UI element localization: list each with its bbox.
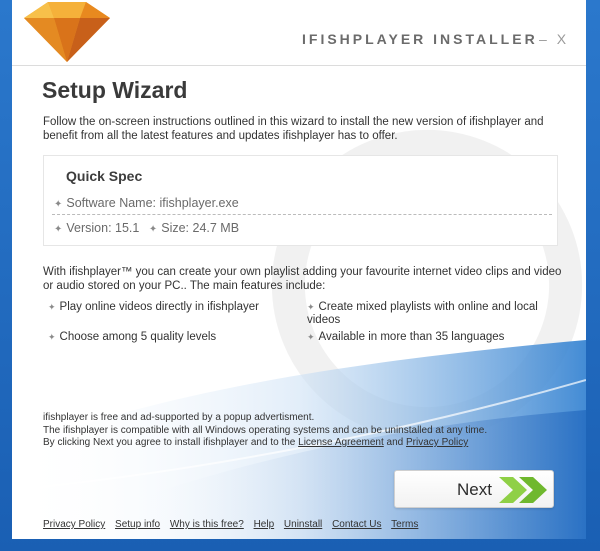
diamond-logo-icon <box>24 2 110 62</box>
version-text: Version: 15.1 <box>66 221 140 235</box>
bullet-icon: ✦ <box>307 302 315 312</box>
feature-text: Available in more than 35 languages <box>318 331 505 343</box>
footer-link-uninstall[interactable]: Uninstall <box>284 519 322 530</box>
feature-text: Choose among 5 quality levels <box>59 331 217 343</box>
feature-item: ✦ Create mixed playlists with online and … <box>307 301 547 327</box>
title-bar: IFISHPLAYER INSTALLER – X <box>12 0 586 66</box>
page-title: Setup Wizard <box>42 77 188 103</box>
minimize-button[interactable]: – <box>539 31 547 47</box>
feature-item: ✦ Play online videos directly in ifishpla… <box>48 301 308 314</box>
privacy-policy-link[interactable]: Privacy Policy <box>406 437 468 448</box>
footer-link-why-free[interactable]: Why is this free? <box>170 519 244 530</box>
feature-item: ✦ Available in more than 35 languages <box>307 331 547 344</box>
bullet-icon: ✦ <box>148 224 158 235</box>
double-chevron-right-icon <box>499 477 547 503</box>
bullet-icon: ✦ <box>307 332 315 342</box>
feature-text: Create mixed playlists with online and l… <box>307 301 538 326</box>
bullet-icon: ✦ <box>48 302 56 312</box>
window-controls: – X <box>539 31 572 47</box>
bullet-icon: ✦ <box>54 224 63 235</box>
installer-frame: IFISHPLAYER INSTALLER – X Setup Wizard F… <box>0 0 600 551</box>
footer-link-setup-info[interactable]: Setup info <box>115 519 160 530</box>
feature-item: ✦ Choose among 5 quality levels <box>48 331 308 344</box>
bullet-icon: ✦ <box>48 332 56 342</box>
quick-spec-title: Quick Spec <box>66 168 143 184</box>
spec-divider <box>52 214 552 215</box>
feature-text: Play online videos directly in ifishplay… <box>59 301 259 313</box>
footer-links: Privacy Policy Setup info Why is this fr… <box>43 519 425 530</box>
close-button[interactable]: X <box>557 31 566 47</box>
spec-software-name: ✦ Software Name: ifishplayer.exe <box>54 196 239 210</box>
spec-version-size: ✦ Version: 15.1 ✦ Size: 24.7 MB <box>54 221 239 235</box>
legal-text: ifishplayer is free and ad-supported by … <box>43 412 583 450</box>
bullet-icon: ✦ <box>54 199 63 210</box>
agree-text: By clicking Next you agree to install if… <box>43 437 296 448</box>
legal-line-compat: The ifishplayer is compatible with all W… <box>43 424 488 436</box>
window-title: IFISHPLAYER INSTALLER <box>302 31 538 47</box>
next-button[interactable]: Next <box>394 470 554 508</box>
and-text: and <box>386 437 404 448</box>
next-button-label: Next <box>457 480 492 499</box>
software-name-text: Software Name: ifishplayer.exe <box>66 196 239 210</box>
license-agreement-link[interactable]: License Agreement <box>298 437 384 448</box>
footer-link-contact-us[interactable]: Contact Us <box>332 519 381 530</box>
intro-text: Follow the on-screen instructions outlin… <box>43 116 544 142</box>
legal-line-ad: ifishplayer is free and ad-supported by … <box>43 412 315 423</box>
legal-line-agree: By clicking Next you agree to install if… <box>43 437 583 450</box>
footer-link-privacy-policy[interactable]: Privacy Policy <box>43 519 105 530</box>
footer-link-terms[interactable]: Terms <box>391 519 418 530</box>
size-text: Size: 24.7 MB <box>161 221 240 235</box>
footer-link-help[interactable]: Help <box>254 519 275 530</box>
quick-spec-box: Quick Spec ✦ Software Name: ifishplayer.e… <box>43 155 558 246</box>
description-text: With ifishplayer™ you can create your ow… <box>43 266 562 292</box>
installer-window: IFISHPLAYER INSTALLER – X Setup Wizard F… <box>12 0 586 539</box>
